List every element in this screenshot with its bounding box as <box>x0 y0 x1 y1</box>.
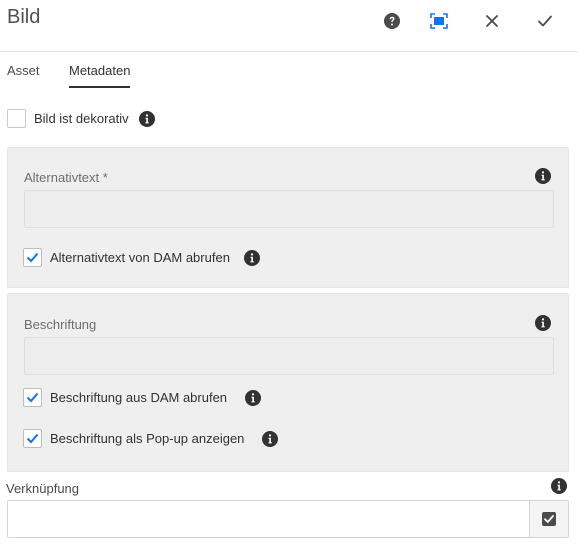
info-icon[interactable] <box>262 430 279 447</box>
path-picker-icon <box>542 512 556 526</box>
done-button[interactable] <box>532 8 558 34</box>
info-icon[interactable] <box>535 315 551 331</box>
alt-from-dam-checkbox[interactable] <box>23 248 42 267</box>
path-picker-button[interactable] <box>529 500 569 538</box>
alt-from-dam-label: Alternativtext von DAM abrufen <box>50 250 230 265</box>
close-button[interactable] <box>479 8 505 34</box>
caption-popup-checkbox[interactable] <box>23 429 42 448</box>
info-icon[interactable] <box>138 110 155 127</box>
tab-metadaten[interactable]: Metadaten <box>69 63 131 88</box>
alt-text-label: Alternativtext * <box>24 170 108 185</box>
close-icon <box>486 15 498 27</box>
caption-popup-row: Beschriftung als Pop-up anzeigen <box>23 429 279 448</box>
tab-bar: Asset Metadaten <box>0 52 578 90</box>
caption-label: Beschriftung <box>24 317 97 332</box>
fullscreen-icon <box>430 13 448 29</box>
caption-dam-row: Beschriftung aus DAM abrufen <box>23 388 262 407</box>
dialog-header: Bild <box>0 0 578 52</box>
caption-from-dam-checkbox[interactable] <box>23 388 42 407</box>
info-icon[interactable] <box>551 478 567 494</box>
fullscreen-button[interactable] <box>426 8 452 34</box>
alt-text-input[interactable] <box>24 190 554 228</box>
caption-panel: Beschriftung Beschriftung aus DAM abrufe… <box>7 293 569 472</box>
help-button[interactable] <box>379 8 405 34</box>
link-input[interactable] <box>7 500 530 538</box>
info-icon[interactable] <box>535 168 551 184</box>
alt-dam-row: Alternativtext von DAM abrufen <box>23 248 260 267</box>
info-icon[interactable] <box>243 249 260 266</box>
tab-asset[interactable]: Asset <box>7 63 40 86</box>
caption-popup-label: Beschriftung als Pop-up anzeigen <box>50 431 245 446</box>
caption-input[interactable] <box>24 337 554 375</box>
link-label: Verknüpfung <box>6 481 80 496</box>
checkmark-icon <box>538 15 552 27</box>
info-icon[interactable] <box>245 389 262 406</box>
alt-text-panel: Alternativtext * Alternativtext von DAM … <box>7 147 569 288</box>
help-icon <box>384 13 400 29</box>
decorative-row: Bild ist dekorativ <box>7 109 155 128</box>
dialog-title: Bild <box>7 6 41 28</box>
decorative-label: Bild ist dekorativ <box>34 111 129 126</box>
caption-from-dam-label: Beschriftung aus DAM abrufen <box>50 390 228 405</box>
decorative-checkbox[interactable] <box>7 109 26 128</box>
